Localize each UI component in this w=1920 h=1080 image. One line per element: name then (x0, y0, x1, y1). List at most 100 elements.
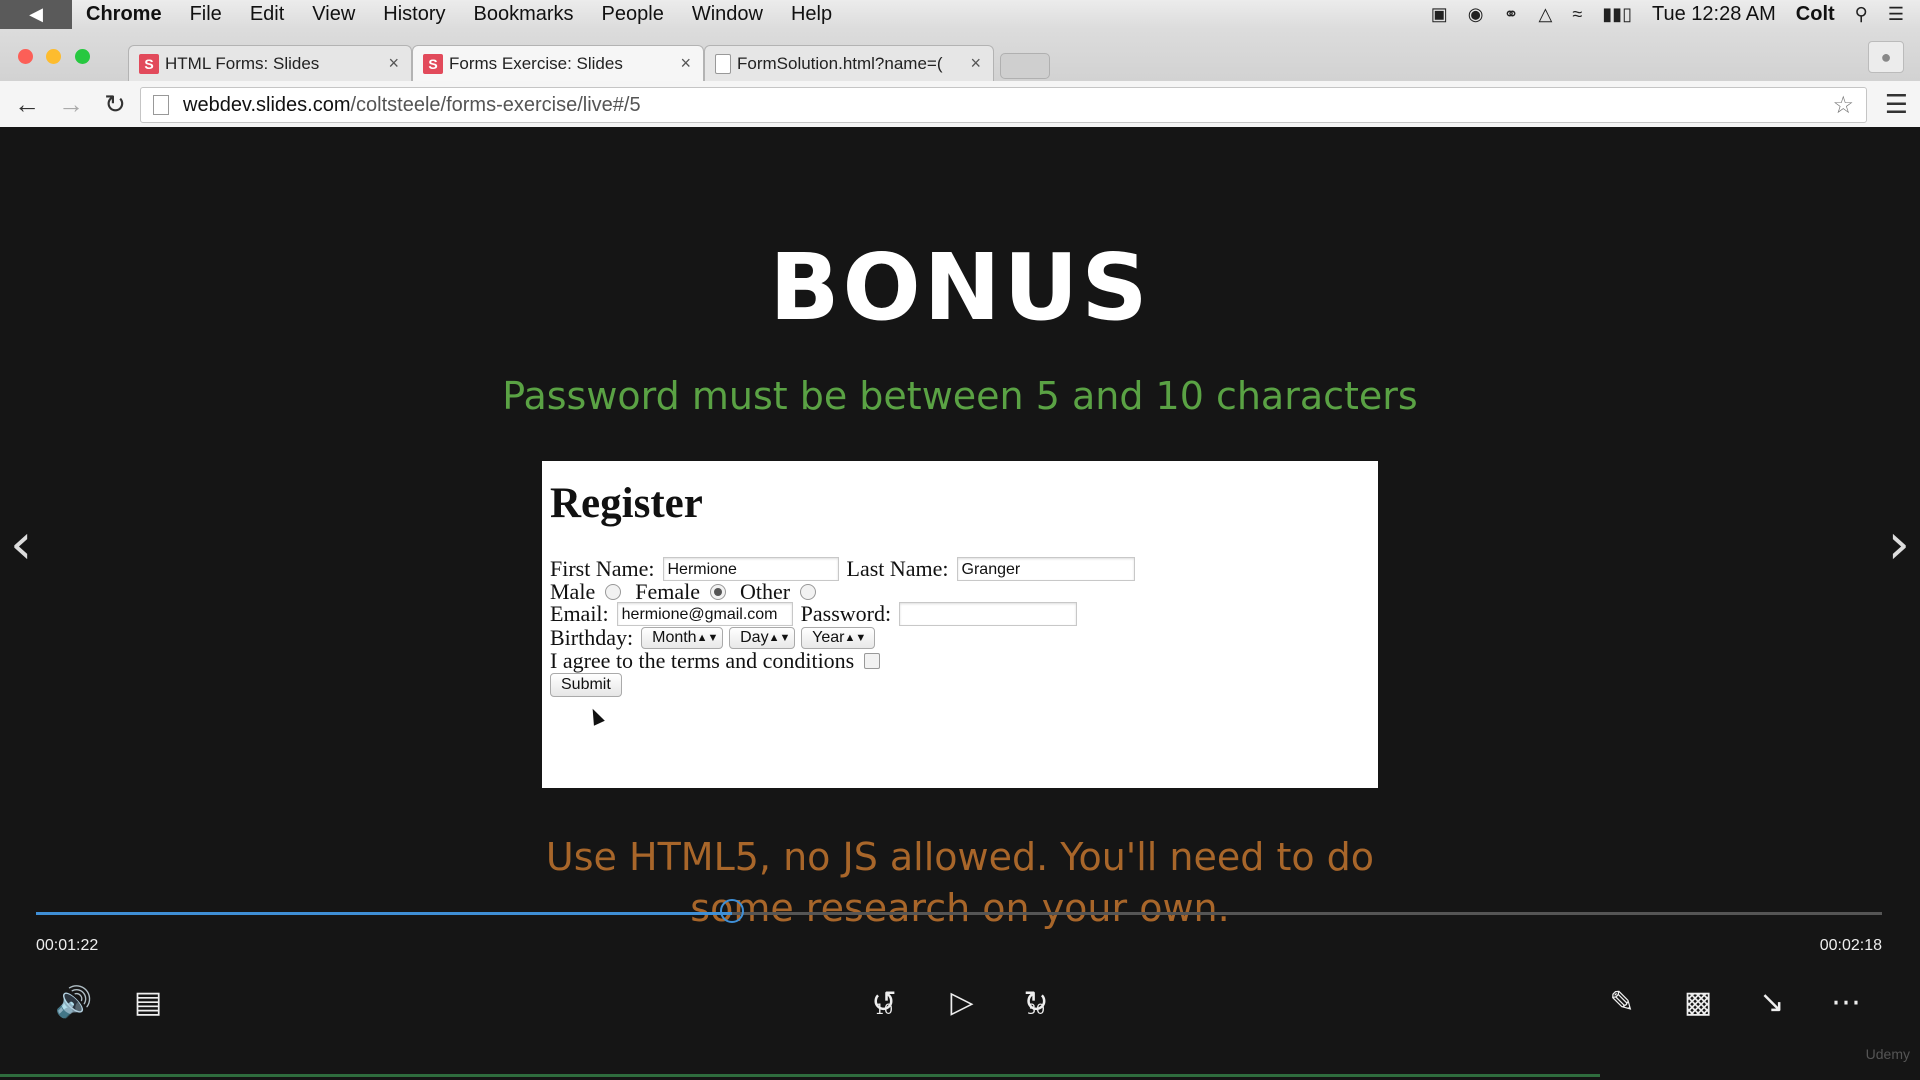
window-close-button[interactable] (18, 49, 33, 64)
miniplayer-icon[interactable]: ▩ (1676, 980, 1720, 1024)
captions-icon[interactable]: ▤ (126, 980, 170, 1024)
email-input[interactable]: hermione@gmail.com (616, 602, 793, 626)
tab-formsolution[interactable]: FormSolution.html?name=( × (704, 45, 994, 81)
exit-fullscreen-icon[interactable]: ↘ (1750, 980, 1794, 1024)
day-select[interactable]: Day ▲▼ (729, 627, 796, 649)
airplay-icon[interactable]: △ (1539, 4, 1553, 25)
select-arrows-icon: ▲▼ (844, 632, 867, 644)
terms-label: I agree to the terms and conditions (550, 648, 855, 673)
password-input[interactable] (899, 602, 1078, 626)
slide-viewport: BONUS Password must be between 5 and 10 … (0, 127, 1920, 1080)
tab-label: HTML Forms: Slides (165, 53, 320, 73)
slides-favicon-icon: S (139, 53, 159, 74)
other-radio[interactable] (800, 584, 817, 600)
menu-app-chrome[interactable]: Chrome (72, 3, 176, 26)
select-arrows-icon: ▲▼ (696, 632, 719, 644)
tab-html-forms-slides[interactable]: S HTML Forms: Slides × (128, 45, 412, 81)
back-arrow-icon[interactable]: ← (10, 87, 44, 121)
rewind-10-button[interactable]: ↺ 10 (862, 980, 906, 1024)
year-select-value: Year (812, 629, 845, 646)
url-path: /coltsteele/forms-exercise/live#/5 (350, 93, 641, 116)
glasses-icon[interactable]: ⚭ (1503, 4, 1518, 25)
notification-center-icon[interactable]: ☰ (1888, 4, 1904, 25)
slide-note-line-2: some research on your own. (690, 886, 1230, 930)
tab-close-icon[interactable]: × (680, 53, 691, 74)
year-select[interactable]: Year ▲▼ (801, 627, 876, 649)
tab-label: Forms Exercise: Slides (449, 53, 623, 73)
slides-favicon-icon: S (423, 53, 443, 74)
video-progress-thumb[interactable] (719, 899, 744, 923)
total-duration: 00:02:18 (1819, 937, 1882, 954)
pencil-annotate-icon[interactable]: ✎ (1600, 980, 1644, 1024)
menubar-status-area: ▣ ◉ ⚭ △ ≈ ▮▮▯ Tue 12:28 AM Colt ⚲ ☰ (1431, 0, 1904, 29)
menu-view[interactable]: View (298, 3, 369, 26)
female-radio[interactable] (709, 584, 726, 600)
url-host: webdev.slides.com (183, 93, 351, 116)
last-name-input[interactable]: Granger (956, 557, 1135, 581)
slide-subtitle: Password must be between 5 and 10 charac… (502, 374, 1418, 418)
window-zoom-button[interactable] (75, 49, 90, 64)
camera-icon[interactable]: ▣ (1431, 4, 1448, 25)
month-select-value: Month (652, 629, 697, 646)
bottom-progress-line (0, 1074, 1600, 1077)
terms-checkbox[interactable] (864, 653, 881, 669)
reload-icon[interactable]: ↻ (98, 87, 132, 121)
chrome-menu-icon[interactable]: ☰ (1885, 89, 1908, 120)
forward-arrow-icon[interactable]: → (54, 87, 88, 121)
month-select[interactable]: Month ▲▼ (641, 627, 724, 649)
menu-history[interactable]: History (369, 3, 459, 26)
menu-help[interactable]: Help (777, 3, 846, 26)
video-progress-bar[interactable] (36, 899, 1882, 923)
forward-30-button[interactable]: ↻ 30 (1014, 980, 1058, 1024)
apple-menu-icon[interactable]: ◀ (0, 0, 72, 29)
new-tab-button[interactable] (1000, 53, 1050, 79)
menu-edit[interactable]: Edit (236, 3, 298, 26)
forward-seconds: 30 (1027, 1002, 1045, 1018)
submit-button[interactable]: Submit (550, 673, 622, 697)
tab-label: FormSolution.html?name=( (737, 53, 943, 73)
volume-icon[interactable]: 🔊 (52, 980, 96, 1024)
window-minimize-button[interactable] (46, 49, 61, 64)
address-bar[interactable]: webdev.slides.com /coltsteele/forms-exer… (140, 87, 1867, 123)
menubar-user[interactable]: Colt (1796, 3, 1835, 26)
rewind-seconds: 10 (875, 1002, 893, 1018)
menu-people[interactable]: People (588, 3, 678, 26)
bookmark-star-icon[interactable]: ☆ (1832, 91, 1854, 120)
form-heading: Register (550, 480, 703, 527)
male-radio[interactable] (605, 584, 622, 600)
tab-close-icon[interactable]: × (388, 53, 399, 74)
mac-menubar: ◀ Chrome File Edit View History Bookmark… (0, 0, 1920, 30)
video-progress-fill (36, 912, 732, 915)
tab-forms-exercise-slides[interactable]: S Forms Exercise: Slides × (412, 45, 704, 81)
play-button[interactable]: ▷ (940, 980, 984, 1024)
slide-note-line-1: Use HTML5, no JS allowed. You'll need to… (545, 835, 1375, 879)
creative-cloud-icon[interactable]: ◉ (1468, 4, 1484, 25)
document-favicon-icon (715, 53, 731, 74)
slide-title: BONUS (769, 234, 1151, 341)
previous-slide-chevron-icon[interactable]: ‹ (10, 512, 32, 577)
select-arrows-icon: ▲▼ (768, 632, 791, 644)
terms-row: I agree to the terms and conditions (550, 648, 881, 674)
menu-window[interactable]: Window (678, 3, 777, 26)
slide-note: Use HTML5, no JS allowed. You'll need to… (400, 832, 1520, 934)
day-select-value: Day (740, 629, 769, 646)
register-form-screenshot: Register First Name: Hermione Last Name:… (542, 461, 1378, 788)
page-icon (153, 95, 169, 115)
menubar-clock[interactable]: Tue 12:28 AM (1652, 3, 1776, 26)
browser-tabstrip: S HTML Forms: Slides × S Forms Exercise:… (0, 29, 1920, 81)
profile-icon[interactable]: ● (1868, 41, 1904, 73)
last-name-label: Last Name: (846, 556, 949, 581)
wifi-icon[interactable]: ≈ (1572, 4, 1582, 25)
browser-toolbar: ← → ↻ webdev.slides.com /coltsteele/form… (0, 81, 1920, 128)
next-slide-chevron-icon[interactable]: › (1888, 512, 1910, 577)
password-label: Password: (800, 601, 892, 626)
battery-icon[interactable]: ▮▮▯ (1602, 4, 1632, 25)
tab-close-icon[interactable]: × (970, 53, 981, 74)
menu-file[interactable]: File (176, 3, 236, 26)
menu-bookmarks[interactable]: Bookmarks (460, 3, 588, 26)
spotlight-search-icon[interactable]: ⚲ (1855, 4, 1868, 25)
first-name-input[interactable]: Hermione (662, 557, 839, 581)
submit-row: Submit (550, 673, 622, 697)
more-options-icon[interactable]: ⋯ (1824, 980, 1868, 1024)
current-time: 00:01:22 (36, 937, 99, 954)
